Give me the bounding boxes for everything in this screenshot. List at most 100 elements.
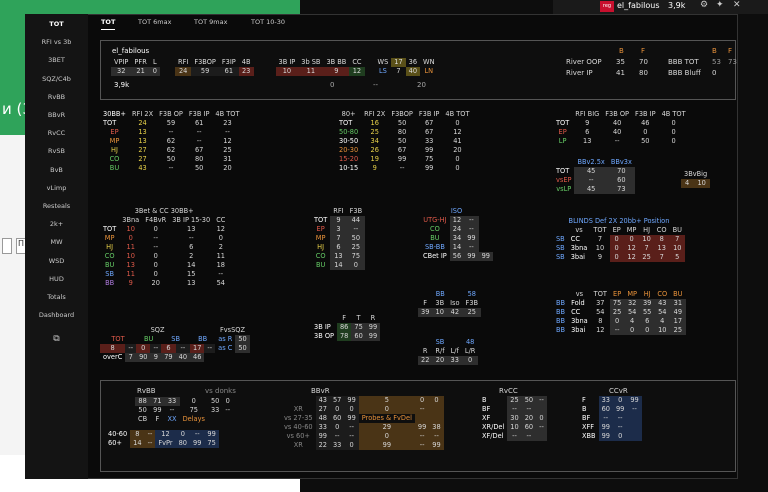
dashboard-chart-icon[interactable]: ⧉ [25, 334, 88, 344]
table-cell: 3bna [570, 244, 588, 252]
river-oop-f: 70 [639, 58, 648, 66]
h-f3ip: F3IP [221, 58, 236, 66]
table-cell: 0 [455, 155, 460, 163]
cc-value: 12 [349, 67, 365, 76]
table-cell: 99 [204, 430, 219, 439]
table-cell: HJ [317, 243, 325, 251]
table-cell: 50 [641, 137, 650, 145]
close-icon[interactable]: ✕ [733, 0, 741, 10]
table-cell: 99 [397, 155, 407, 163]
sidebar-item-tot[interactable]: TOT [25, 20, 88, 28]
rvbb-delay-table: 40-60 8 -- 12 0 -- 99 60+ 14 -- FvPr 80 99 75 [105, 430, 219, 448]
sidebar-item-bbvr[interactable]: BBvR [25, 111, 88, 119]
sidebar-item-sqz-c4b[interactable]: SQZ/C4b [25, 75, 88, 83]
table-cell [627, 423, 642, 432]
sidebar-item-rvbb[interactable]: RvBB [25, 93, 88, 101]
table-title: ISO [420, 207, 493, 216]
table-cell: -- [614, 137, 620, 145]
table-cell: -- [169, 406, 175, 414]
bbb-tot-f: 73 [728, 58, 737, 66]
table-cell: 14 [330, 261, 347, 270]
table-cell: 99 [190, 439, 205, 448]
table-cell: 3B IP [314, 323, 331, 331]
sidebar-item-bvb[interactable]: BvB [25, 166, 88, 174]
sidebar-item-vlimp[interactable]: vLimp [25, 184, 88, 192]
table-cell: CO [430, 225, 440, 233]
table-cell: 11 [126, 270, 135, 278]
table-row: BB CC 54 25 54 55 54 49 [553, 308, 686, 317]
table-row: CO 27 50 80 31 [100, 155, 242, 164]
table-cell: 0 [225, 397, 230, 405]
sidebar-item-2k-[interactable]: 2k+ [25, 220, 88, 228]
table-cell: RFI BIG [575, 110, 600, 118]
tab-tot-9max[interactable]: TOT 9max [194, 18, 227, 26]
table-cell: 99 [627, 396, 642, 405]
table-row: 60+ 14 -- FvPr 80 99 75 [105, 439, 219, 448]
tab-tot-10-30[interactable]: TOT 10-30 [251, 18, 285, 26]
table-cell: -- [344, 432, 359, 441]
table-cell [429, 405, 444, 414]
table-cell: 0 [671, 128, 676, 136]
table-cell: BB [556, 326, 566, 334]
tab-tot[interactable]: TOT [101, 18, 116, 30]
table-cell: 19 [370, 155, 379, 163]
table-cell: R [422, 347, 428, 355]
table-cell: as R [218, 335, 233, 343]
table-cell: 70 [607, 167, 635, 176]
three-bet-cc-panel: 3Bet & CC 30BB+ 3Bna F4BvR 3B IP 15-30 CC TOT… [100, 207, 284, 317]
table-cell: 27 [138, 155, 147, 163]
table-cell: 23 [223, 119, 232, 127]
table-cell: 71 [150, 397, 165, 406]
hands-count: 3,9k [668, 1, 686, 10]
table-cell: T [356, 314, 361, 322]
table-title: 3Bet & CC 30BB+ [100, 207, 228, 216]
table-cell: 4B TOT [661, 110, 686, 118]
table-cell: SB-BB [424, 243, 445, 251]
sidebar-item-hud[interactable]: HUD [25, 275, 88, 283]
table-cell: ISO [450, 207, 463, 215]
table-row: BB Fold 37 75 32 39 43 31 [553, 299, 686, 308]
h-3bip: 3B IP [278, 58, 296, 66]
table-cell: 10 [507, 423, 522, 432]
table-cell: 99 [612, 405, 628, 414]
table-cell: 99 [358, 441, 415, 450]
table-cell: 34 [370, 137, 379, 145]
table-cell: XR/Del [482, 423, 505, 431]
table-header: R R/f L/f L/R [418, 347, 478, 356]
table-cell: 60+ [108, 439, 122, 447]
table-cell: 50 [166, 155, 176, 163]
table-cell: 6 [639, 317, 655, 326]
bbb-bluff-label: BBB Bluff [668, 69, 701, 77]
sidebar-item-rvcc[interactable]: RvCC [25, 129, 88, 137]
sidebar-item-rfi-vs-3b[interactable]: RFI vs 3b [25, 38, 88, 46]
bb-defense-panel: BB 58 F 3B Iso F3B 39 10 42 25 [418, 290, 498, 330]
table-cell: 44 [346, 216, 366, 225]
table-row: XFF 99 -- [579, 423, 642, 432]
table-cell: 75 [424, 155, 434, 163]
table-cell [536, 432, 547, 441]
table-cell: 13 [653, 244, 670, 253]
table-cell: 3B IP 15-30 [172, 216, 211, 224]
tab-bar: TOT TOT 6max TOT 9max TOT 10-30 [88, 14, 738, 32]
sidebar-item-totals[interactable]: Totals [25, 293, 88, 301]
table-row: EP 3 -- [311, 225, 366, 234]
sidebar-item-mw[interactable]: MW [25, 238, 88, 246]
sidebar-item-resteals[interactable]: Resteals [25, 202, 88, 210]
gear-icon[interactable]: ⚙ [700, 0, 708, 10]
table-cell [311, 207, 330, 216]
table-cell: 50-80 [339, 128, 359, 136]
background-button[interactable] [2, 238, 12, 254]
table-cell: 54 [654, 308, 671, 317]
sidebar-item-wsd[interactable]: WSD [25, 257, 88, 265]
pin-icon[interactable]: ✦ [716, 0, 724, 10]
table-cell: 33 [164, 397, 180, 406]
table-cell: 0 [609, 317, 625, 326]
sidebar-item-dashboard[interactable]: Dashboard [25, 311, 88, 319]
tab-tot-6max[interactable]: TOT 6max [138, 18, 171, 26]
table-cell: 4 [654, 317, 671, 326]
table-row: SB 3bna 10 0 12 7 13 10 [553, 244, 685, 253]
table-cell: 15-20 [339, 155, 359, 163]
sidebar-item-rvsb[interactable]: RvSB [25, 147, 88, 155]
table-cell: 99 [153, 406, 162, 414]
sidebar-item-3bet[interactable]: 3BET [25, 56, 88, 64]
